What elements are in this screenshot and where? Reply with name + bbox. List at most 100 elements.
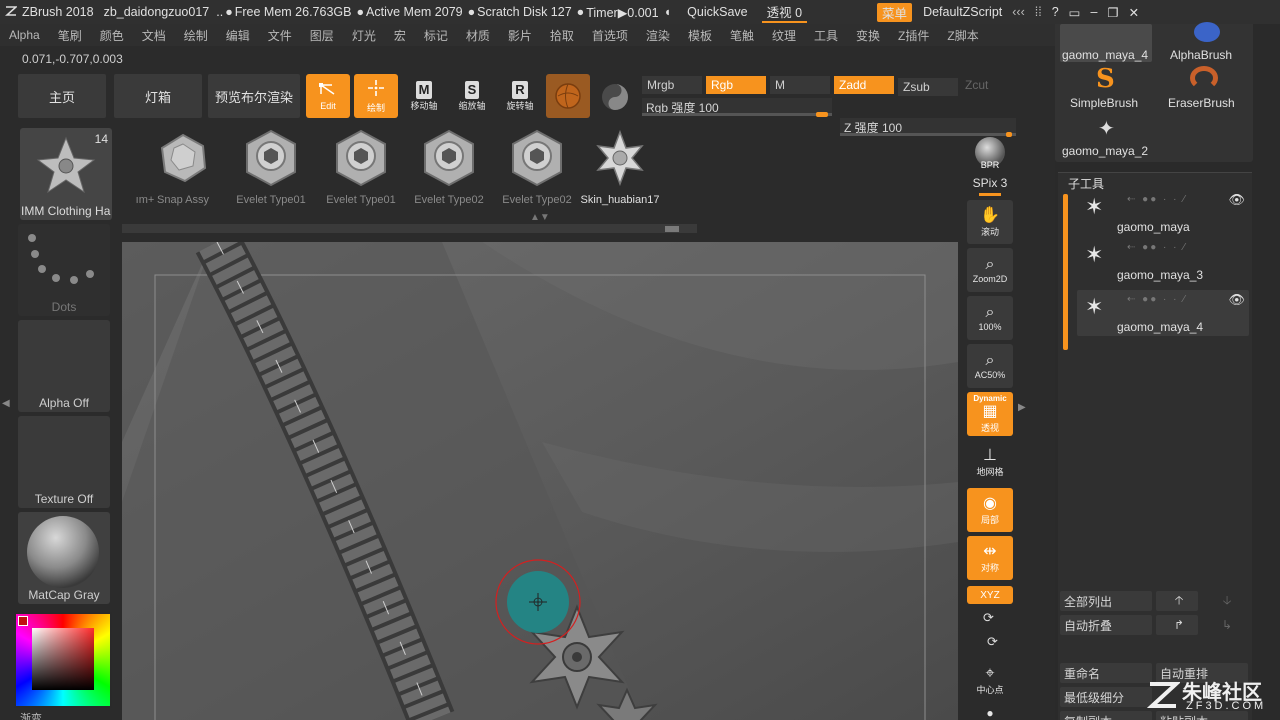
spix-slider[interactable]: SPix 3 bbox=[967, 176, 1013, 196]
stroke-dots-button[interactable]: Dots bbox=[18, 224, 110, 316]
menu-item[interactable]: 材质 bbox=[457, 27, 499, 44]
menu-item[interactable]: 编辑 bbox=[217, 27, 259, 44]
subtool-row[interactable]: ✶ ⇠ ●● · · ⁄ 👁 gaomo_maya bbox=[1077, 190, 1249, 236]
menu-item[interactable]: 文档 bbox=[133, 27, 175, 44]
left-tray-toggle-icon[interactable]: ◀ bbox=[2, 398, 10, 409]
zoom100-button[interactable]: ⌕ 100% bbox=[967, 296, 1013, 340]
menu-item[interactable]: 笔刷 bbox=[49, 27, 91, 44]
move-down-button[interactable]: 🡣 bbox=[1202, 591, 1248, 611]
scroll-button[interactable]: ✋ 滚动 bbox=[967, 200, 1013, 244]
quicksave-button[interactable]: QuickSave bbox=[671, 5, 761, 19]
menu-item[interactable]: 影片 bbox=[499, 27, 541, 44]
zadd-button[interactable]: Zadd bbox=[834, 76, 894, 94]
menu-button[interactable]: 菜单 bbox=[877, 2, 913, 22]
auto-collapse-button[interactable]: 自动折叠 bbox=[1060, 615, 1152, 635]
strip-scroll-track[interactable] bbox=[122, 224, 697, 233]
rgb-button[interactable]: Rgb bbox=[706, 76, 766, 94]
gaomo-maya-2-item[interactable]: ✦ gaomo_maya_2 bbox=[1060, 114, 1160, 158]
subtool-toggles[interactable]: ⇠ ●● · · ⁄ bbox=[1127, 194, 1187, 205]
brush-strip-item[interactable]: Evelet Type02 bbox=[497, 128, 577, 214]
zsub-button[interactable]: Zsub bbox=[898, 78, 958, 96]
subtool-toggles[interactable]: ⇠ ●● · · ⁄ bbox=[1127, 242, 1187, 253]
center-point-button[interactable]: ⌖ 中心点 bbox=[967, 658, 1013, 702]
material-sphere-button[interactable] bbox=[546, 74, 590, 118]
menu-item[interactable]: 图层 bbox=[301, 27, 343, 44]
brush-strip-item[interactable]: Skin_huabian17 bbox=[580, 128, 660, 214]
lowest-subdiv-button[interactable]: 最低级细分 bbox=[1060, 687, 1152, 707]
menu-item[interactable]: 拾取 bbox=[541, 27, 583, 44]
menu-item[interactable]: Z脚本 bbox=[938, 27, 987, 44]
move-button[interactable]: M 移动轴 bbox=[402, 74, 446, 118]
bpr-preview-button[interactable]: 预览布尔渲染 bbox=[208, 74, 300, 118]
brush-strip-item[interactable]: Snap Assy bbox=[143, 128, 223, 214]
menu-item[interactable]: 笔触 bbox=[721, 27, 763, 44]
close-icon[interactable]: ✕ bbox=[1124, 5, 1144, 20]
brush-strip-item[interactable]: Evelet Type02 bbox=[409, 128, 489, 214]
subtool-row[interactable]: ✶ ⇠ ●● · · ⁄ 👁 gaomo_maya_4 bbox=[1077, 290, 1249, 336]
menu-item[interactable]: Z插件 bbox=[889, 27, 938, 44]
xyz-button[interactable]: XYZ bbox=[967, 586, 1013, 604]
menu-item[interactable]: 标记 bbox=[415, 27, 457, 44]
mrgb-button[interactable]: Mrgb bbox=[642, 76, 702, 94]
menu-item[interactable]: 宏 bbox=[385, 27, 415, 44]
brush-strip-item[interactable]: Evelet Type01 bbox=[231, 128, 311, 214]
timer-toggle-icon[interactable]: ◖ bbox=[664, 5, 672, 19]
copy-button[interactable]: 复制副本 bbox=[1060, 711, 1152, 720]
local-button[interactable]: ◉ 局部 bbox=[967, 488, 1013, 532]
right-tray-toggle-icon[interactable]: ▶ bbox=[1018, 402, 1026, 413]
menu-item[interactable]: 首选项 bbox=[583, 27, 637, 44]
perspective-slider[interactable]: 透视 0 bbox=[761, 2, 808, 23]
zcut-button[interactable]: Zcut bbox=[960, 76, 1020, 94]
menu-item[interactable]: 文件 bbox=[259, 27, 301, 44]
menu-item[interactable]: 渲染 bbox=[637, 27, 679, 44]
ac50-button[interactable]: ⌕ AC50% bbox=[967, 344, 1013, 388]
zoom2d-button[interactable]: ⌕ Zoom2D bbox=[967, 248, 1013, 292]
eraserbrush-item[interactable]: EraserBrush bbox=[1156, 64, 1250, 110]
home-button[interactable]: 主页 bbox=[18, 74, 106, 118]
eye-icon[interactable]: 👁 bbox=[1228, 292, 1245, 308]
move-up-button[interactable]: 🡡 bbox=[1156, 591, 1198, 611]
subtool-row[interactable]: ✶ ⇠ ●● · · ⁄ gaomo_maya_3 bbox=[1077, 238, 1249, 284]
menu-item[interactable]: 灯光 bbox=[343, 27, 385, 44]
layout-bars-icon[interactable]: ⁞⁞ bbox=[1030, 5, 1047, 19]
symmetry-button[interactable]: ⇹ 对称 bbox=[967, 536, 1013, 580]
rename-arrow-button[interactable]: ↱ bbox=[1156, 615, 1198, 635]
texture-sphere-button[interactable] bbox=[596, 78, 634, 116]
menu-item[interactable]: 绘制 bbox=[175, 27, 217, 44]
texture-button[interactable]: Texture Off bbox=[18, 416, 110, 508]
subtool-scrollbar[interactable] bbox=[1063, 194, 1068, 350]
menu-item[interactable]: Alpha bbox=[0, 28, 49, 42]
restore-icon[interactable]: ❐ bbox=[1102, 5, 1123, 20]
color-picker[interactable] bbox=[14, 612, 112, 708]
rename-button[interactable]: 重命名 bbox=[1060, 663, 1152, 683]
lightbox-button[interactable]: 灯箱 bbox=[114, 74, 202, 118]
help-icon[interactable]: ? bbox=[1047, 5, 1064, 19]
menu-item[interactable]: 工具 bbox=[805, 27, 847, 44]
eye-icon[interactable]: 👁 bbox=[1228, 192, 1245, 208]
bpr-button[interactable]: BPR bbox=[967, 130, 1013, 174]
alphabrush-item[interactable]: AlphaBrush bbox=[1156, 22, 1250, 62]
minimize-icon[interactable]: – bbox=[1085, 5, 1102, 19]
rotate-z-icon[interactable]: ⟳ bbox=[987, 634, 998, 650]
edit-button[interactable]: Edit bbox=[306, 74, 350, 118]
floor-grid-button[interactable]: ⊥ 地网格 bbox=[967, 440, 1013, 484]
layout-icon[interactable]: ▭ bbox=[1064, 5, 1086, 20]
menu-item[interactable]: 变换 bbox=[847, 27, 889, 44]
menu-item[interactable]: 纹理 bbox=[763, 27, 805, 44]
tool-thumb-gaomo-maya-4[interactable]: gaomo_maya_4 bbox=[1060, 24, 1152, 62]
scale-button[interactable]: S 缩放轴 bbox=[450, 74, 494, 118]
menu-item[interactable]: 模板 bbox=[679, 27, 721, 44]
rgb-intensity-knob[interactable] bbox=[816, 112, 828, 117]
primary-color-swatch[interactable] bbox=[18, 616, 28, 626]
alpha-button[interactable]: Alpha Off bbox=[18, 320, 110, 412]
simplebrush-item[interactable]: S SimpleBrush bbox=[1060, 64, 1154, 110]
strip-scroll-thumb[interactable] bbox=[665, 226, 679, 232]
draw-button[interactable]: 绘制 bbox=[354, 74, 398, 118]
perspective-button[interactable]: Dynamic ▦ 透视 bbox=[967, 392, 1013, 436]
arrow-right-down-button[interactable]: ↳ bbox=[1202, 615, 1248, 635]
default-zscript-button[interactable]: DefaultZScript bbox=[918, 5, 1007, 19]
rgb-intensity-slider[interactable]: Rgb 强度 100 bbox=[642, 98, 832, 117]
rotate-y-icon[interactable]: ⟳ bbox=[983, 610, 994, 626]
viewport-canvas[interactable] bbox=[122, 242, 958, 720]
brush-strip-item[interactable]: Evelet Type01 bbox=[321, 128, 401, 214]
